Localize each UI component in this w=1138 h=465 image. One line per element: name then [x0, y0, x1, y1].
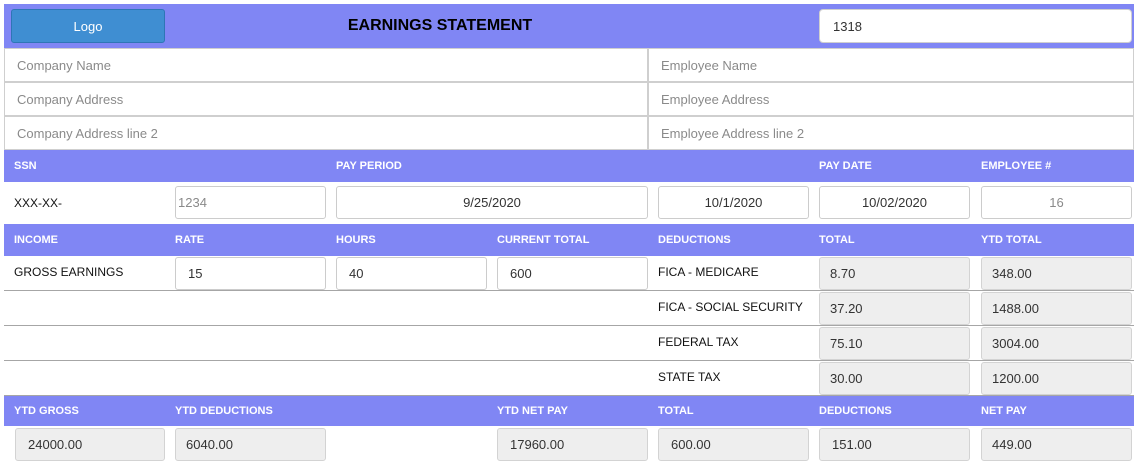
- row-divider: [4, 360, 1134, 361]
- ytd-net-pay-header: YTD NET PAY: [497, 405, 568, 417]
- net-pay-header: NET PAY: [981, 405, 1027, 417]
- row-divider: [4, 290, 1134, 291]
- ytd-total-col-header: YTD TOTAL: [981, 234, 1042, 246]
- pay-date-input[interactable]: 10/02/2020: [819, 186, 970, 219]
- employee-address-input[interactable]: Employee Address: [648, 82, 1134, 116]
- employee-name-input[interactable]: Employee Name: [648, 48, 1134, 82]
- summary-deductions-value: 151.00: [819, 428, 970, 461]
- hours-input[interactable]: 40: [336, 257, 487, 290]
- pay-period-start-input[interactable]: 9/25/2020: [336, 186, 648, 219]
- deduction-ytd-federal-tax: 3004.00: [981, 327, 1132, 360]
- row-divider: [4, 325, 1134, 326]
- employee-number-header: EMPLOYEE #: [981, 160, 1052, 172]
- net-pay-value: 449.00: [981, 428, 1132, 461]
- deduction-total-state-tax: 30.00: [819, 362, 970, 395]
- deduction-label-federal-tax: FEDERAL TAX: [658, 335, 739, 349]
- pay-period-header: PAY PERIOD: [336, 160, 402, 172]
- company-address-input[interactable]: Company Address: [4, 82, 648, 116]
- deduction-total-social-security: 37.20: [819, 292, 970, 325]
- page-title: EARNINGS STATEMENT: [347, 17, 533, 34]
- deduction-label-state-tax: STATE TAX: [658, 370, 721, 384]
- deduction-ytd-social-security: 1488.00: [981, 292, 1132, 325]
- hours-col-header: HOURS: [336, 234, 376, 246]
- employee-number-input[interactable]: 16: [981, 186, 1132, 219]
- current-total-col-header: CURRENT TOTAL: [497, 234, 590, 246]
- total-col-header: TOTAL: [819, 234, 855, 246]
- company-name-input[interactable]: Company Name: [4, 48, 648, 82]
- ytd-net-pay-value: 17960.00: [497, 428, 648, 461]
- company-address2-input[interactable]: Company Address line 2: [4, 116, 648, 150]
- ytd-deductions-header: YTD DEDUCTIONS: [175, 405, 273, 417]
- income-col-header: INCOME: [14, 234, 58, 246]
- summary-deductions-header: DEDUCTIONS: [819, 405, 892, 417]
- deduction-ytd-medicare: 348.00: [981, 257, 1132, 290]
- gross-earnings-label: GROSS EARNINGS: [14, 265, 124, 279]
- summary-total-header: TOTAL: [658, 405, 694, 417]
- ssn-header: SSN: [14, 160, 37, 172]
- deductions-col-header: DEDUCTIONS: [658, 234, 731, 246]
- deduction-ytd-state-tax: 1200.00: [981, 362, 1132, 395]
- ssn-prefix: XXX-XX-: [14, 196, 63, 210]
- ytd-gross-header: YTD GROSS: [14, 405, 79, 417]
- employee-address2-input[interactable]: Employee Address line 2: [648, 116, 1134, 150]
- pay-date-header: PAY DATE: [819, 160, 872, 172]
- deduction-total-medicare: 8.70: [819, 257, 970, 290]
- pay-period-end-input[interactable]: 10/1/2020: [658, 186, 809, 219]
- ytd-gross-value: 24000.00: [15, 428, 165, 461]
- deduction-total-federal-tax: 75.10: [819, 327, 970, 360]
- deduction-label-social-security: FICA - SOCIAL SECURITY: [658, 300, 803, 314]
- current-total-input[interactable]: 600: [497, 257, 648, 290]
- ytd-deductions-value: 6040.00: [175, 428, 326, 461]
- logo-button[interactable]: Logo: [11, 9, 165, 43]
- deduction-label-medicare: FICA - MEDICARE: [658, 265, 759, 279]
- ssn-last4-input[interactable]: 1234: [175, 186, 326, 219]
- rate-input[interactable]: 15: [175, 257, 326, 290]
- rate-col-header: RATE: [175, 234, 205, 246]
- statement-number-input[interactable]: 1318: [819, 9, 1132, 43]
- summary-total-value: 600.00: [658, 428, 809, 461]
